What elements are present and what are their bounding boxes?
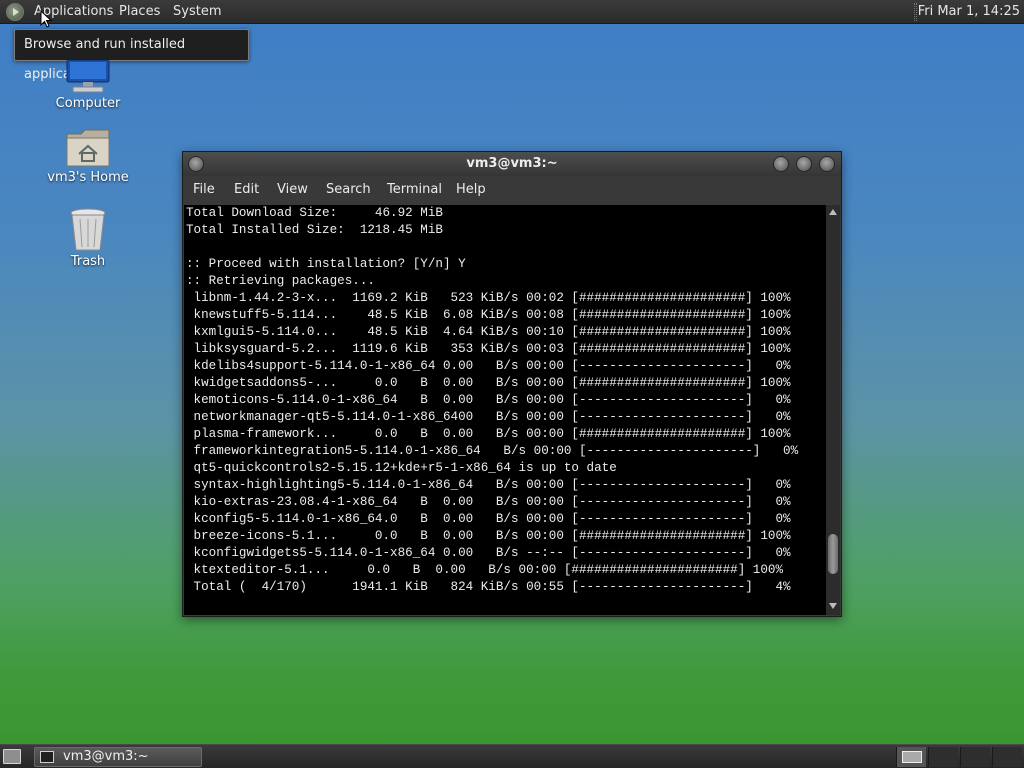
desktop-icon-trash[interactable]: Trash — [40, 208, 136, 269]
mouse-pointer-icon — [40, 10, 52, 28]
menu-view[interactable]: View — [277, 182, 308, 197]
terminal-line: ktexteditor-5.1... 0.0 B 0.00 B/s 00:00 … — [186, 563, 784, 577]
distro-logo-icon[interactable] — [6, 3, 24, 21]
clock[interactable]: Fri Mar 1, 14:25 — [918, 3, 1020, 21]
terminal-line: kwidgetsaddons5-... 0.0 B 0.00 B/s 00:00… — [186, 376, 791, 390]
menu-places[interactable]: Places — [119, 3, 160, 21]
terminal-icon — [40, 751, 54, 763]
terminal-line: syntax-highlighting5-5.114.0-1-x86_64 B/… — [186, 478, 791, 492]
desktop-icon-label: Computer — [55, 96, 121, 111]
terminal-line: kconfigwidgets5-5.114.0-1-x86_64 0.00 B/… — [186, 546, 791, 560]
scroll-down-arrow-icon[interactable] — [829, 603, 837, 609]
workspace-4[interactable] — [992, 747, 1022, 767]
terminal-line: Total ( 4/170) 1941.1 KiB 824 KiB/s 00:5… — [186, 580, 791, 594]
terminal-scrollbar[interactable] — [826, 205, 840, 615]
terminal-line: kemoticons-5.114.0-1-x86_64 B 0.00 B/s 0… — [186, 393, 791, 407]
terminal-line: knewstuff5-5.114... 48.5 KiB 6.08 KiB/s … — [186, 308, 791, 322]
trash-icon — [70, 208, 106, 251]
terminal-line: Total Download Size: 46.92 MiB — [186, 206, 443, 220]
workspace-2[interactable] — [928, 747, 958, 767]
desktop-icon-computer[interactable]: Computer — [40, 60, 136, 111]
workspace-window-preview — [902, 751, 922, 763]
terminal-line: kio-extras-23.08.4-1-x86_64 B 0.00 B/s 0… — [186, 495, 791, 509]
terminal-line: libnm-1.44.2-3-x... 1169.2 KiB 523 KiB/s… — [186, 291, 791, 305]
desktop-icon-label: Trash — [70, 254, 106, 269]
bottom-panel: vm3@vm3:~ — [0, 744, 1024, 768]
desktop-icon-label: vm3's Home — [47, 170, 129, 185]
taskbar-button-label: vm3@vm3:~ — [63, 749, 149, 764]
menu-search[interactable]: Search — [326, 182, 371, 197]
terminal-line: networkmanager-qt5-5.114.0-1-x86_6400 B/… — [186, 410, 791, 424]
menu-terminal[interactable]: Terminal — [387, 182, 442, 197]
terminal-line: qt5-quickcontrols2-5.15.12+kde+r5-1-x86_… — [186, 461, 617, 475]
terminal-line: libksysguard-5.2... 1119.6 KiB 353 KiB/s… — [186, 342, 791, 356]
scroll-up-arrow-icon[interactable] — [829, 209, 837, 215]
panel-separator — [914, 3, 917, 21]
terminal-line: kconfig5-5.114.0-1-x86_64.0 B 0.00 B/s 0… — [186, 512, 791, 526]
terminal-line: :: Proceed with installation? [Y/n] Y — [186, 257, 466, 271]
menu-system[interactable]: System — [173, 3, 221, 21]
top-panel: Applications Places System Fri Mar 1, 14… — [0, 0, 1024, 24]
minimize-button[interactable] — [773, 156, 789, 172]
menu-file[interactable]: File — [193, 182, 215, 197]
terminal-menubar: File Edit View Search Terminal Help — [183, 176, 841, 204]
terminal-line: frameworkintegration5-5.114.0-1-x86_64 B… — [186, 444, 799, 458]
home-folder-icon — [66, 129, 110, 167]
terminal-line: Total Installed Size: 1218.45 MiB — [186, 223, 443, 237]
terminal-window[interactable]: vm3@vm3:~ File Edit View Search Terminal… — [182, 151, 842, 617]
close-button[interactable] — [819, 156, 835, 172]
terminal-line: plasma-framework... 0.0 B 0.00 B/s 00:00… — [186, 427, 791, 441]
window-title: vm3@vm3:~ — [466, 156, 558, 171]
terminal-line: kxmlgui5-5.114.0... 48.5 KiB 4.64 KiB/s … — [186, 325, 791, 339]
computer-icon — [66, 60, 110, 93]
terminal-output[interactable]: Total Download Size: 46.92 MiB Total Ins… — [184, 205, 826, 615]
workspace-1[interactable] — [896, 747, 926, 767]
menu-help[interactable]: Help — [456, 182, 486, 197]
show-desktop-icon[interactable] — [3, 749, 21, 764]
workspace-3[interactable] — [960, 747, 990, 767]
window-menu-button[interactable] — [188, 156, 204, 172]
terminal-line: :: Retrieving packages... — [186, 274, 375, 288]
maximize-button[interactable] — [796, 156, 812, 172]
terminal-line: breeze-icons-5.1... 0.0 B 0.00 B/s 00:00… — [186, 529, 791, 543]
terminal-line: kdelibs4support-5.114.0-1-x86_64 0.00 B/… — [186, 359, 791, 373]
applications-tooltip: Browse and run installed applications — [14, 29, 249, 82]
taskbar-button-terminal[interactable]: vm3@vm3:~ — [34, 747, 202, 767]
scrollbar-thumb[interactable] — [828, 533, 838, 574]
menu-edit[interactable]: Edit — [234, 182, 259, 197]
window-titlebar[interactable]: vm3@vm3:~ — [183, 152, 841, 176]
desktop-icon-home[interactable]: vm3's Home — [40, 128, 136, 185]
